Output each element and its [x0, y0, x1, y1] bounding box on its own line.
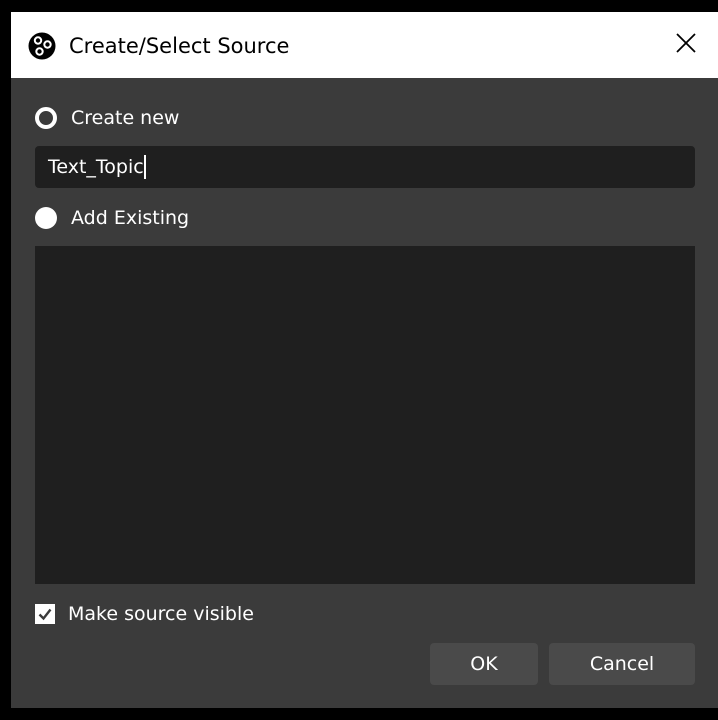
make-visible-label: Make source visible [68, 603, 254, 625]
close-icon [675, 32, 697, 58]
close-button[interactable] [663, 22, 709, 68]
create-new-label: Create new [71, 107, 180, 129]
text-caret [143, 155, 146, 179]
dialog-title: Create/Select Source [69, 34, 290, 58]
add-existing-radio-indicator[interactable] [35, 207, 57, 229]
create-new-radio-indicator[interactable] [35, 107, 57, 129]
add-existing-label: Add Existing [71, 207, 190, 229]
existing-sources-list[interactable] [35, 246, 695, 584]
ok-button[interactable]: OK [430, 643, 538, 685]
make-visible-checkbox-box[interactable] [35, 604, 55, 624]
obs-logo-icon [28, 32, 56, 60]
source-name-value: Text_Topic [48, 156, 144, 178]
title-bar: Create/Select Source [11, 12, 718, 78]
checkmark-icon [38, 608, 52, 621]
cancel-button[interactable]: Cancel [549, 643, 695, 685]
add-existing-radio[interactable]: Add Existing [35, 206, 189, 230]
create-new-radio[interactable]: Create new [35, 106, 179, 130]
screen: Create/Select Source Create new Text_Top… [0, 0, 718, 720]
make-source-visible-checkbox[interactable]: Make source visible [35, 602, 254, 626]
source-name-input[interactable]: Text_Topic [35, 146, 695, 188]
create-select-source-dialog: Create/Select Source Create new Text_Top… [11, 12, 718, 708]
